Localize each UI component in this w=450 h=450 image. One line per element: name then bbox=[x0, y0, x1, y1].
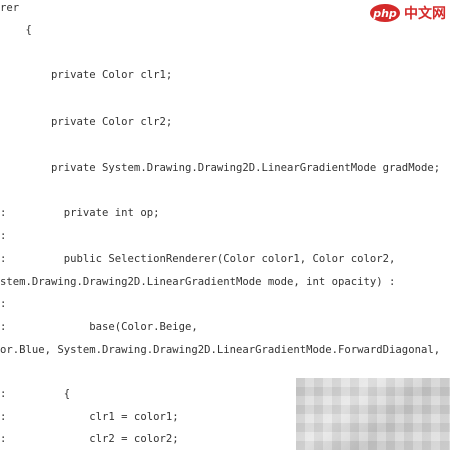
code-line-7: : bbox=[0, 230, 7, 242]
code-line-6: : private int op; bbox=[0, 207, 160, 219]
code-line-4: private Color clr2; bbox=[0, 116, 173, 128]
site-watermark: php 中文网 bbox=[370, 2, 446, 24]
code-line-9: stem.Drawing.Drawing2D.LinearGradientMod… bbox=[0, 276, 396, 288]
code-line-5: private System.Drawing.Drawing2D.LinearG… bbox=[0, 162, 441, 174]
code-line-11: : base(Color.Beige, bbox=[0, 321, 198, 333]
site-name-text: 中文网 bbox=[404, 6, 446, 22]
code-line-14: : clr1 = color1; bbox=[0, 411, 179, 423]
php-logo-icon: php bbox=[370, 4, 400, 22]
blurred-image-patch bbox=[296, 378, 450, 450]
code-line-1: rer bbox=[0, 2, 20, 14]
code-line-10: : bbox=[0, 298, 7, 310]
code-line-12: or.Blue, System.Drawing.Drawing2D.Linear… bbox=[0, 344, 441, 356]
code-line-8: : public SelectionRenderer(Color color1,… bbox=[0, 253, 396, 265]
code-line-13: : { bbox=[0, 388, 71, 400]
code-line-2: { bbox=[0, 24, 32, 36]
code-line-15: : clr2 = color2; bbox=[0, 433, 179, 445]
code-line-3: private Color clr1; bbox=[0, 69, 173, 81]
